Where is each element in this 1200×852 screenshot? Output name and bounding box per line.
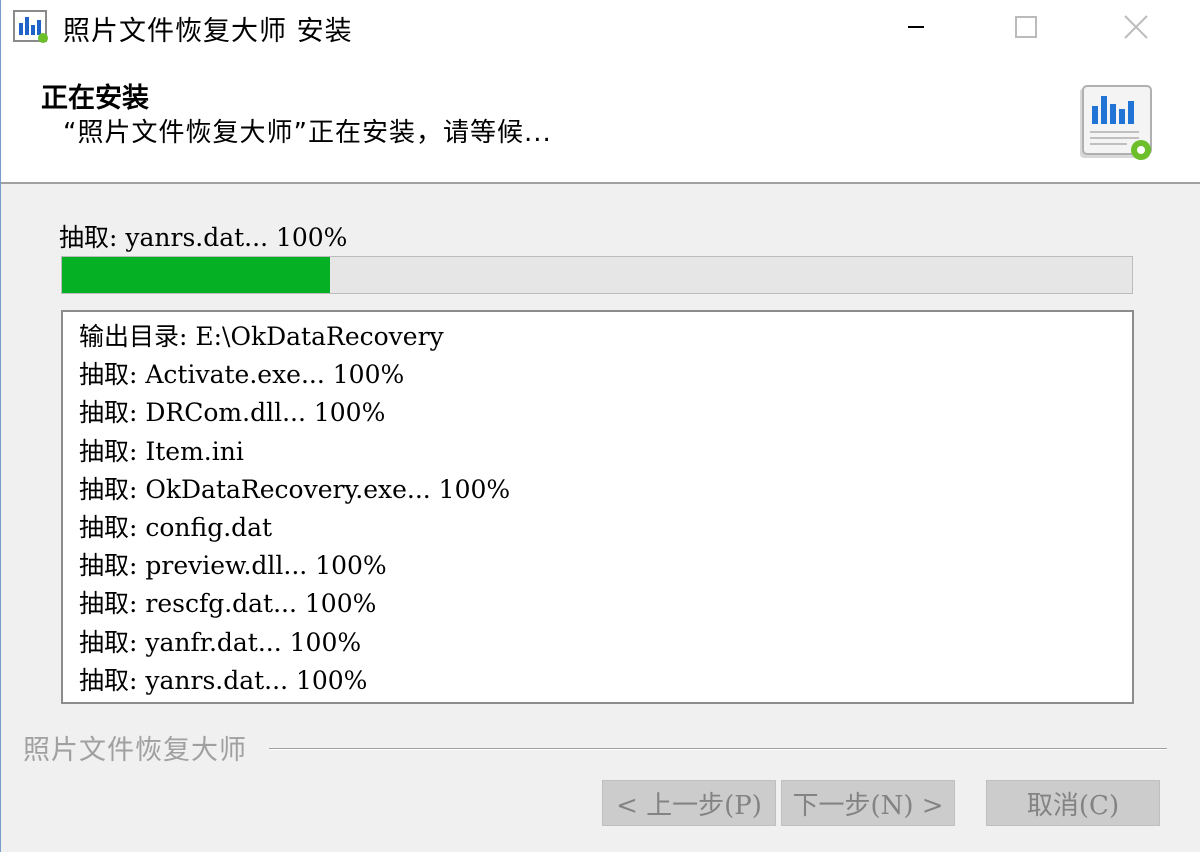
log-line: 抽取: yanrs.dat... 100%: [79, 665, 368, 695]
window-title: 照片文件恢复大师 安装: [63, 16, 353, 47]
log-line: 抽取: OkDataRecovery.exe... 100%: [79, 474, 511, 504]
current-file-status: 抽取: yanrs.dat... 100%: [59, 223, 348, 252]
installer-header: 正在安装 “照片文件恢复大师”正在安装，请等候...: [1, 54, 1200, 184]
log-line: 输出目录: E:\OkDataRecovery: [79, 322, 444, 351]
cancel-button[interactable]: 取消(C): [986, 780, 1160, 826]
install-log[interactable]: 输出目录: E:\OkDataRecovery 抽取: Activate.exe…: [61, 310, 1134, 704]
progress-bar-fill: [62, 257, 330, 293]
divider: [269, 748, 1167, 750]
log-line: 抽取: preview.dll... 100%: [79, 551, 387, 581]
installer-chart-icon: [1077, 84, 1157, 164]
log-line: 抽取: rescfg.dat... 100%: [79, 589, 377, 619]
close-button[interactable]: [1081, 0, 1191, 54]
bar-chart-icon: [13, 10, 49, 44]
maximize-button[interactable]: [971, 0, 1081, 54]
progress-bar: [61, 256, 1133, 294]
back-button[interactable]: < 上一步(P): [602, 780, 776, 826]
maximize-icon: [1015, 16, 1037, 38]
next-button[interactable]: 下一步(N) >: [781, 780, 955, 826]
log-line: 抽取: DRCom.dll... 100%: [79, 398, 386, 428]
log-line: 抽取: yanfr.dat... 100%: [79, 627, 362, 657]
log-line: 抽取: config.dat: [79, 513, 273, 543]
close-icon: [1124, 15, 1148, 39]
minimize-button[interactable]: [861, 0, 971, 54]
page-subtitle: “照片文件恢复大师”正在安装，请等候...: [63, 118, 552, 148]
title-bar[interactable]: 照片文件恢复大师 安装: [1, 0, 1200, 54]
brand-label: 照片文件恢复大师: [23, 735, 247, 766]
log-line: 抽取: Item.ini: [79, 436, 244, 466]
minimize-icon: [908, 26, 924, 28]
installer-window: 照片文件恢复大师 安装 正在安装 “照片文件恢复大师”正在安装，请等候... 抽…: [0, 0, 1200, 852]
log-line: 抽取: Activate.exe... 100%: [79, 360, 405, 390]
page-title: 正在安装: [41, 83, 149, 114]
